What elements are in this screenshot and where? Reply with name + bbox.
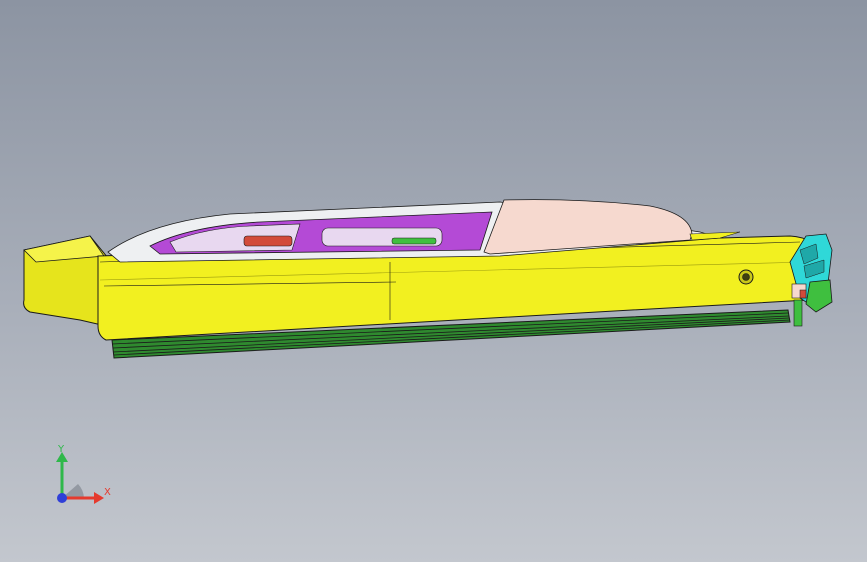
mounting-hole [738, 269, 754, 285]
graphics-viewport[interactable]: Y X [0, 0, 867, 562]
left-end-cap [23, 235, 109, 327]
z-axis-dot [57, 493, 67, 503]
coordinate-triad: Y X [56, 444, 111, 504]
3d-model-view[interactable] [0, 0, 867, 562]
x-axis-label: X [104, 487, 111, 498]
y-axis-label: Y [57, 444, 65, 455]
